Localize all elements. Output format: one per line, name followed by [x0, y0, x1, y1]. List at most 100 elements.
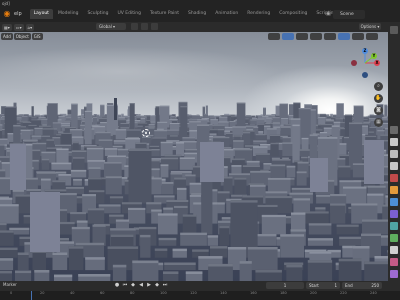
3d-viewport[interactable]: Add Object GIS Z X Y ⌕ ✋ ◙ ▦: [0, 32, 388, 281]
gizmo-z-axis[interactable]: Z: [362, 48, 368, 54]
ruler-tick: 120: [190, 291, 197, 295]
gizmo-y-axis[interactable]: Y: [371, 53, 377, 59]
building-roof: [32, 142, 47, 145]
material-shading-icon[interactable]: [352, 33, 364, 40]
timeline: Marker ● ⏮ ◆ ◀ ▶ ◆ ⏭ 1 Start 1 End 250 0…: [0, 281, 400, 300]
building-roof: [63, 120, 71, 122]
gis-menu[interactable]: GIS: [31, 33, 43, 40]
solid-shading-icon[interactable]: [338, 33, 350, 40]
overlay-icon[interactable]: [296, 33, 308, 40]
building-roof: [264, 115, 272, 116]
building-roof: [31, 117, 37, 119]
workspace-tab-modeling[interactable]: Modeling: [54, 9, 82, 19]
add-menu[interactable]: Add: [1, 33, 13, 40]
wireframe-shading-icon[interactable]: [324, 33, 336, 40]
options-button[interactable]: Options ▾: [359, 23, 381, 30]
play-reverse-icon[interactable]: ◀: [138, 282, 144, 288]
building-roof: [361, 233, 381, 236]
building-roof: [58, 116, 65, 117]
visibility-icon[interactable]: [268, 33, 280, 40]
world-properties-icon[interactable]: [390, 174, 398, 182]
building-roof: [205, 118, 209, 119]
perspective-toggle-icon[interactable]: ▦: [374, 118, 383, 127]
building-roof: [242, 165, 260, 167]
workspace-tab-layout[interactable]: Layout: [29, 9, 53, 19]
gizmo-toggle-icon[interactable]: [282, 33, 294, 40]
editor-type-button[interactable]: ▦▾: [2, 23, 12, 31]
building-roof: [28, 124, 37, 126]
building: [286, 165, 296, 178]
building-roof: [235, 148, 253, 151]
building-roof: [218, 121, 229, 123]
output-properties-icon[interactable]: [390, 138, 398, 146]
view-layer-icon[interactable]: [390, 150, 398, 158]
menu-help[interactable]: elp: [14, 11, 22, 17]
texture-properties-icon[interactable]: [390, 270, 398, 278]
building-roof: [255, 134, 266, 136]
building-roof: [109, 214, 124, 217]
3d-cursor-icon[interactable]: [142, 129, 150, 137]
snap-icon[interactable]: [141, 23, 148, 30]
workspace-tab-uv-editing[interactable]: UV Editing: [113, 9, 144, 19]
building-roof: [75, 242, 104, 246]
particles-properties-icon[interactable]: [390, 210, 398, 218]
building-roof: [164, 154, 182, 157]
current-frame-field[interactable]: 1: [266, 282, 304, 289]
workspace-tab-rendering[interactable]: Rendering: [243, 9, 274, 19]
modifier-properties-icon[interactable]: [390, 198, 398, 206]
material-properties-icon[interactable]: [390, 258, 398, 266]
building-roof: [115, 129, 127, 131]
jump-end-icon[interactable]: ⏭: [162, 282, 168, 288]
building: [0, 144, 5, 156]
end-frame-field[interactable]: End 250: [342, 282, 382, 289]
building-roof: [92, 126, 105, 128]
prev-keyframe-icon[interactable]: ◆: [130, 282, 136, 288]
playhead[interactable]: [31, 291, 32, 300]
workspace-tab-compositing[interactable]: Compositing: [275, 9, 311, 19]
constraints-properties-icon[interactable]: [390, 234, 398, 242]
object-menu[interactable]: Object: [13, 33, 31, 40]
view-menu-button[interactable]: ⌂▾: [25, 23, 35, 31]
workspace-tab-texture-paint[interactable]: Texture Paint: [146, 9, 183, 19]
camera-view-icon[interactable]: ◙: [374, 106, 383, 115]
navigation-gizmo[interactable]: Z X Y: [350, 48, 380, 78]
blender-logo-icon[interactable]: ◉: [2, 9, 12, 19]
proportional-edit-icon[interactable]: [151, 23, 158, 30]
jump-start-icon[interactable]: ⏮: [122, 282, 128, 288]
pan-hand-icon[interactable]: ✋: [374, 94, 383, 103]
tool-tab-icon[interactable]: [390, 26, 398, 34]
building-roof: [0, 160, 2, 163]
building-roof: [117, 148, 128, 151]
scene-icon[interactable]: ▣: [326, 10, 333, 19]
xray-icon[interactable]: [310, 33, 322, 40]
workspace-tab-shading[interactable]: Shading: [184, 9, 210, 19]
gizmo-neg-x-axis[interactable]: [351, 60, 357, 66]
zoom-icon[interactable]: ⌕: [374, 82, 383, 91]
play-icon[interactable]: ▶: [146, 282, 152, 288]
workspace-tab-animation[interactable]: Animation: [211, 9, 242, 19]
render-properties-icon[interactable]: [390, 126, 398, 134]
gizmo-neg-z-axis[interactable]: [362, 72, 368, 78]
transform-orientation-select[interactable]: Global ▾: [96, 23, 126, 30]
building-roof: [260, 144, 273, 146]
record-icon[interactable]: ●: [114, 282, 120, 288]
mode-select[interactable]: ▭▾: [13, 23, 24, 31]
start-frame-field[interactable]: Start 1: [306, 282, 340, 289]
data-properties-icon[interactable]: [390, 246, 398, 254]
workspace-tab-sculpting[interactable]: Sculpting: [83, 9, 112, 19]
scene-properties-icon[interactable]: [390, 162, 398, 170]
building-roof: [87, 208, 105, 211]
rendered-shading-icon[interactable]: [366, 33, 378, 40]
physics-properties-icon[interactable]: [390, 222, 398, 230]
pivot-icon[interactable]: [131, 23, 138, 30]
building-roof: [172, 114, 176, 115]
building-roof: [209, 116, 215, 118]
next-keyframe-icon[interactable]: ◆: [154, 282, 160, 288]
gizmo-x-axis[interactable]: X: [374, 60, 380, 66]
timeline-ruler[interactable]: 0 20 40 60 80 100 120 140 160 180 200 220 240: [0, 291, 400, 300]
marker-menu[interactable]: Marker: [3, 282, 17, 287]
scene-selector[interactable]: Scene: [333, 10, 365, 19]
building-roof: [233, 140, 244, 142]
building-roof: [0, 124, 3, 126]
object-properties-icon[interactable]: [390, 186, 398, 194]
